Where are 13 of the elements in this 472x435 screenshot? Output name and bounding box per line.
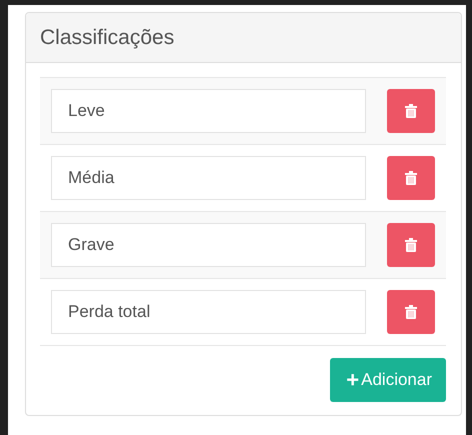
delete-button[interactable]: [387, 290, 435, 334]
classification-input[interactable]: Grave: [51, 223, 366, 267]
trash-icon: [405, 104, 417, 118]
trash-icon: [405, 305, 417, 319]
trash-icon: [405, 171, 417, 185]
delete-button[interactable]: [387, 223, 435, 267]
classification-input[interactable]: Leve: [51, 89, 366, 133]
classification-input[interactable]: Média: [51, 156, 366, 200]
trash-icon: [405, 238, 417, 252]
delete-button[interactable]: [387, 89, 435, 133]
classification-input[interactable]: Perda total: [51, 290, 366, 334]
panel-title: Classificações: [40, 26, 174, 50]
delete-button[interactable]: [387, 156, 435, 200]
